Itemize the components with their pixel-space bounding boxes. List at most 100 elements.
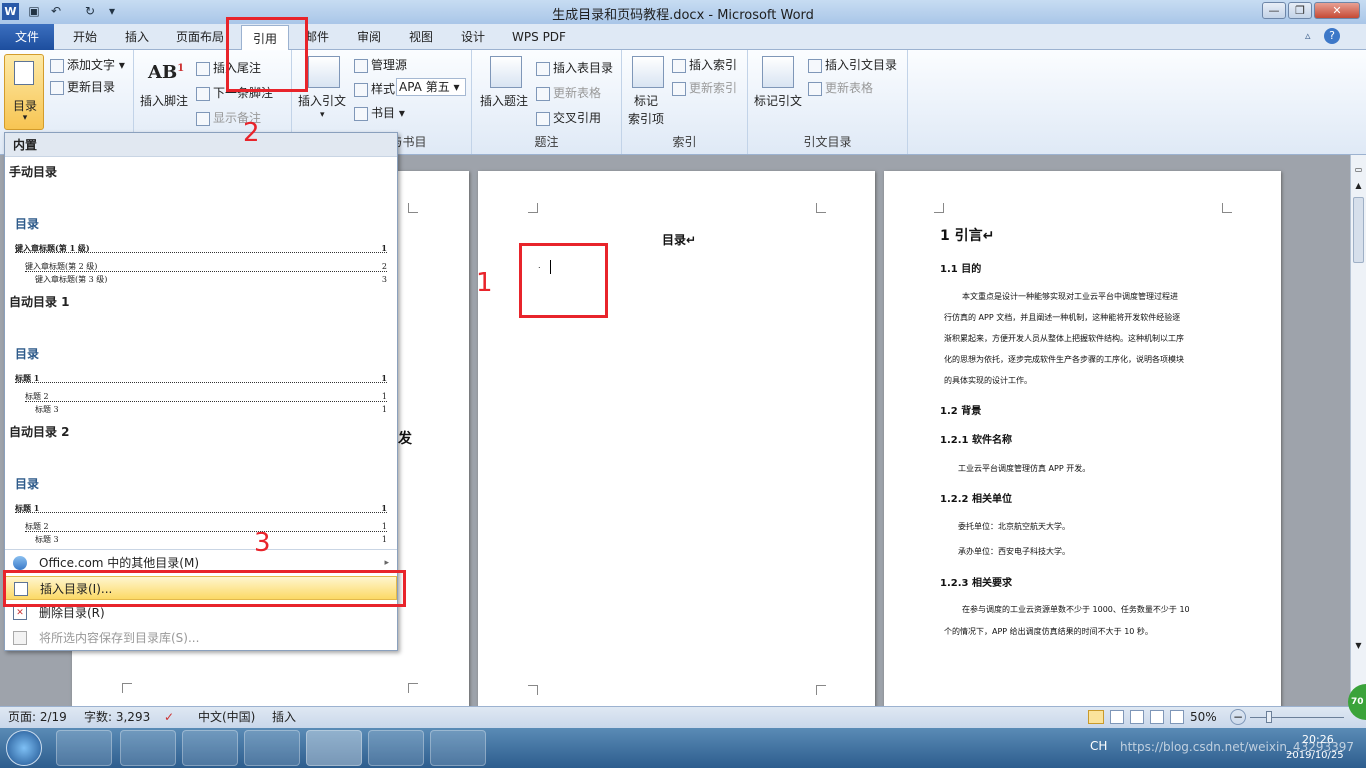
menu-label: 将所选内容保存到目录库(S)...: [39, 631, 200, 645]
taskbar-tool-icon[interactable]: [430, 730, 486, 766]
preview-line: 标题 21: [25, 522, 387, 532]
update-table-button[interactable]: 更新表格: [536, 84, 601, 101]
ime-language[interactable]: CH: [1090, 739, 1107, 753]
preview-line: 标题 21: [25, 392, 387, 402]
scroll-up-icon[interactable]: ▲: [1353, 181, 1364, 191]
proofing-icon[interactable]: ✓: [164, 707, 174, 727]
print-layout-icon[interactable]: [1088, 710, 1104, 724]
remove-toc-icon: ✕: [13, 606, 27, 620]
update-toc-icon: [50, 80, 64, 95]
clock-date[interactable]: 2019/10/25: [1286, 750, 1344, 761]
tab-review[interactable]: 审阅: [348, 24, 390, 50]
zoom-slider-track[interactable]: [1250, 717, 1344, 718]
toc-button[interactable]: 目录 ▾: [4, 54, 44, 130]
update-toa-label: 更新表格: [825, 81, 874, 95]
taskbar-word-icon[interactable]: [306, 730, 362, 766]
tab-insert[interactable]: 插入: [116, 24, 158, 50]
heading-1-2-2: 1.2.2 相关单位: [940, 494, 1012, 505]
document-page-3[interactable]: 1 引言↵ 1.1 目的 本文重点是设计一种能够实现对工业云平台中调度管理过程进…: [884, 171, 1281, 711]
preview-line: 键入章标题(第 3 级) 3: [35, 275, 387, 283]
index-group-label: 索引: [672, 135, 697, 149]
insert-table-of-figures-button[interactable]: 插入表目录: [536, 59, 613, 76]
taskbar-app-icon[interactable]: [56, 730, 112, 766]
page-corner-mark: [1222, 203, 1232, 213]
word-count[interactable]: 字数: 3,293: [84, 707, 150, 727]
mark-entry-button-line1[interactable]: 标记: [634, 92, 658, 109]
menu-save-selection-to-gallery[interactable]: 将所选内容保存到目录库(S)...: [5, 626, 397, 650]
zoom-out-button[interactable]: −: [1230, 709, 1246, 725]
manage-sources-button[interactable]: 管理源: [354, 56, 407, 73]
mark-entry-button-line2[interactable]: 索引项: [628, 110, 664, 127]
caption-group-label: 题注: [534, 135, 559, 149]
scrollbar-thumb[interactable]: [1353, 197, 1364, 263]
annotation-number-2: 2: [243, 118, 260, 148]
tab-wps-pdf[interactable]: WPS PDF: [504, 24, 574, 50]
manage-sources-icon: [354, 58, 368, 73]
language-indicator[interactable]: 中文(中国): [198, 707, 255, 727]
preview-line: 标题 11: [15, 503, 387, 513]
add-text-button[interactable]: 添加文字 ▾: [50, 56, 125, 73]
bibliography-label: 书目: [371, 106, 396, 120]
zoom-slider-thumb[interactable]: [1266, 711, 1272, 723]
gallery-item-auto-toc-2[interactable]: 自动目录 2 目录 标题 11 标题 21 标题 31: [5, 419, 397, 545]
ruler-toggle-icon[interactable]: ▭: [1353, 165, 1364, 175]
insert-caption-button[interactable]: 插入题注: [480, 92, 528, 109]
gallery-item-label: 手动目录: [9, 165, 58, 179]
maximize-button[interactable]: ❐: [1288, 2, 1312, 19]
insert-toa-button[interactable]: 插入引文目录: [808, 56, 897, 73]
clock-time[interactable]: 20:26: [1302, 733, 1334, 746]
insert-footnote-button[interactable]: 插入脚注: [140, 92, 188, 109]
vertical-scrollbar[interactable]: ▭ ▲ ▼: [1350, 155, 1366, 706]
scroll-down-icon[interactable]: ▼: [1353, 641, 1364, 651]
taskbar-browser-icon[interactable]: [120, 730, 176, 766]
collapse-ribbon-icon[interactable]: ▵: [1305, 29, 1311, 42]
menu-label: 删除目录(R): [39, 606, 105, 620]
taskbar-folder-icon[interactable]: [244, 730, 300, 766]
save-gallery-icon: [13, 631, 27, 645]
heading-1-2-3: 1.2.3 相关要求: [940, 578, 1012, 589]
taskbar-wps-icon[interactable]: [182, 730, 238, 766]
zoom-level[interactable]: 50%: [1190, 707, 1217, 727]
gallery-item-label: 自动目录 2: [9, 425, 70, 439]
gallery-item-auto-toc-1[interactable]: 自动目录 1 目录 标题 11 标题 21 标题 31: [5, 289, 397, 415]
insert-index-button[interactable]: 插入索引: [672, 56, 737, 73]
update-toa-button[interactable]: 更新表格: [808, 79, 873, 96]
annotation-box-cursor: [519, 243, 608, 318]
taskbar-paint-icon[interactable]: [368, 730, 424, 766]
minimize-button[interactable]: —: [1262, 2, 1286, 19]
mark-citation-icon: [762, 56, 794, 88]
outline-view-icon[interactable]: [1150, 710, 1164, 724]
help-icon[interactable]: ?: [1324, 28, 1340, 44]
insert-citation-button[interactable]: 插入引文: [298, 92, 346, 109]
insert-index-label: 插入索引: [689, 58, 738, 72]
style-select[interactable]: APA 第五 ▾: [396, 78, 466, 96]
update-table-label: 更新表格: [553, 86, 602, 100]
update-toc-button[interactable]: 更新目录: [50, 78, 115, 95]
preview-line: 键入章标题(第 1 级) 1: [15, 243, 387, 253]
draft-view-icon[interactable]: [1170, 710, 1184, 724]
tab-home[interactable]: 开始: [64, 24, 106, 50]
insert-mode[interactable]: 插入: [272, 707, 296, 727]
page-indicator[interactable]: 页面: 2/19: [8, 707, 67, 727]
cross-reference-label: 交叉引用: [553, 111, 602, 125]
update-table-icon: [536, 86, 550, 101]
cross-reference-button[interactable]: 交叉引用: [536, 109, 601, 126]
tab-file[interactable]: 文件: [0, 24, 54, 50]
paragraph-line: 在参与调度的工业云资源单数不少于 1000、任务数量不少于 10: [962, 605, 1190, 614]
annotation-box-insert-toc: [3, 570, 406, 607]
show-notes-icon: [196, 111, 210, 126]
mark-citation-button[interactable]: 标记引文: [754, 92, 802, 109]
tab-design[interactable]: 设计: [452, 24, 494, 50]
gallery-item-manual-toc[interactable]: 手动目录 目录 键入章标题(第 1 级) 1 键入章标题(第 2 级) 2 键入章标…: [5, 159, 397, 285]
tab-page-layout[interactable]: 页面布局: [168, 24, 232, 50]
tab-view[interactable]: 视图: [400, 24, 442, 50]
mark-entry-icon: [632, 56, 664, 88]
bibliography-button[interactable]: 书目 ▾: [354, 104, 405, 121]
page-corner-mark: [408, 683, 418, 693]
start-button-icon[interactable]: [6, 730, 42, 766]
page-corner-mark: [934, 203, 944, 213]
web-layout-icon[interactable]: [1130, 710, 1144, 724]
update-index-button[interactable]: 更新索引: [672, 79, 737, 96]
close-button[interactable]: ✕: [1314, 2, 1360, 19]
full-screen-reading-icon[interactable]: [1110, 710, 1124, 724]
